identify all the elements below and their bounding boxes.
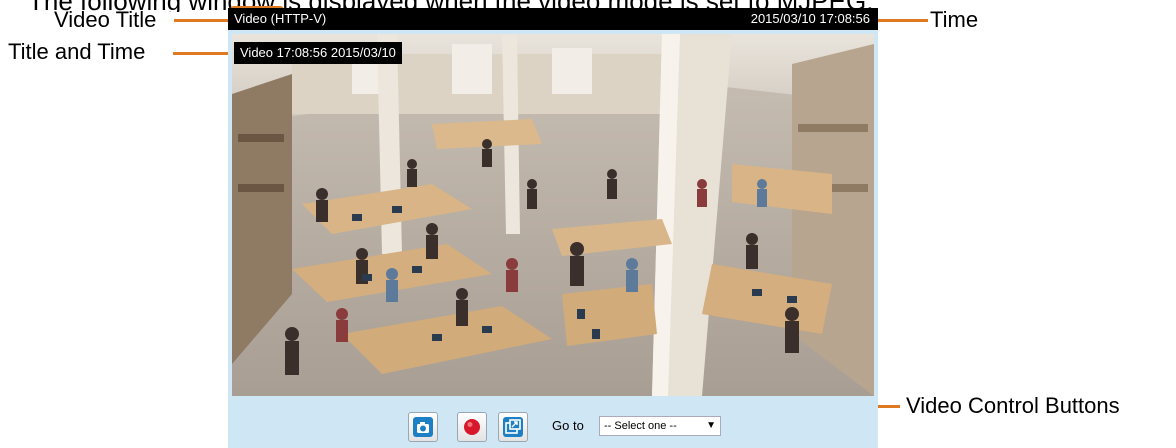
video-viewer: Video (HTTP-V) 2015/03/10 17:08:56 Video… xyxy=(228,8,878,448)
video-control-bar: Go to -- Select one -- ▼ xyxy=(228,402,878,448)
callout-video-title: Video Title xyxy=(54,7,157,32)
callout-time: Time xyxy=(930,7,979,32)
dropdown-arrow-icon: ▼ xyxy=(706,420,716,431)
camera-icon xyxy=(413,417,433,437)
video-time: 2015/03/10 17:08:56 xyxy=(750,11,870,26)
store-scene-image xyxy=(232,34,874,396)
callout-line-video-title xyxy=(174,19,230,22)
snapshot-button[interactable] xyxy=(408,412,438,442)
record-button[interactable] xyxy=(457,412,487,442)
record-icon xyxy=(464,419,480,435)
callout-title-and-time: Title and Time xyxy=(8,39,146,64)
pip-icon xyxy=(503,417,523,437)
goto-label: Go to xyxy=(552,418,584,433)
pip-button[interactable] xyxy=(498,412,528,442)
callout-line-title-and-time xyxy=(173,52,230,55)
viewer-title-bar: Video (HTTP-V) 2015/03/10 17:08:56 xyxy=(228,8,878,30)
video-overlay-title-time: Video 17:08:56 2015/03/10 xyxy=(234,42,402,64)
live-video-stream[interactable]: Video 17:08:56 2015/03/10 xyxy=(232,34,874,396)
callout-line-time xyxy=(878,19,928,22)
goto-select-value: -- Select one -- xyxy=(604,420,677,432)
goto-select[interactable]: -- Select one -- ▼ xyxy=(599,416,721,436)
callout-video-control-buttons: Video Control Buttons xyxy=(906,393,1120,418)
video-title: Video (HTTP-V) xyxy=(234,11,327,26)
